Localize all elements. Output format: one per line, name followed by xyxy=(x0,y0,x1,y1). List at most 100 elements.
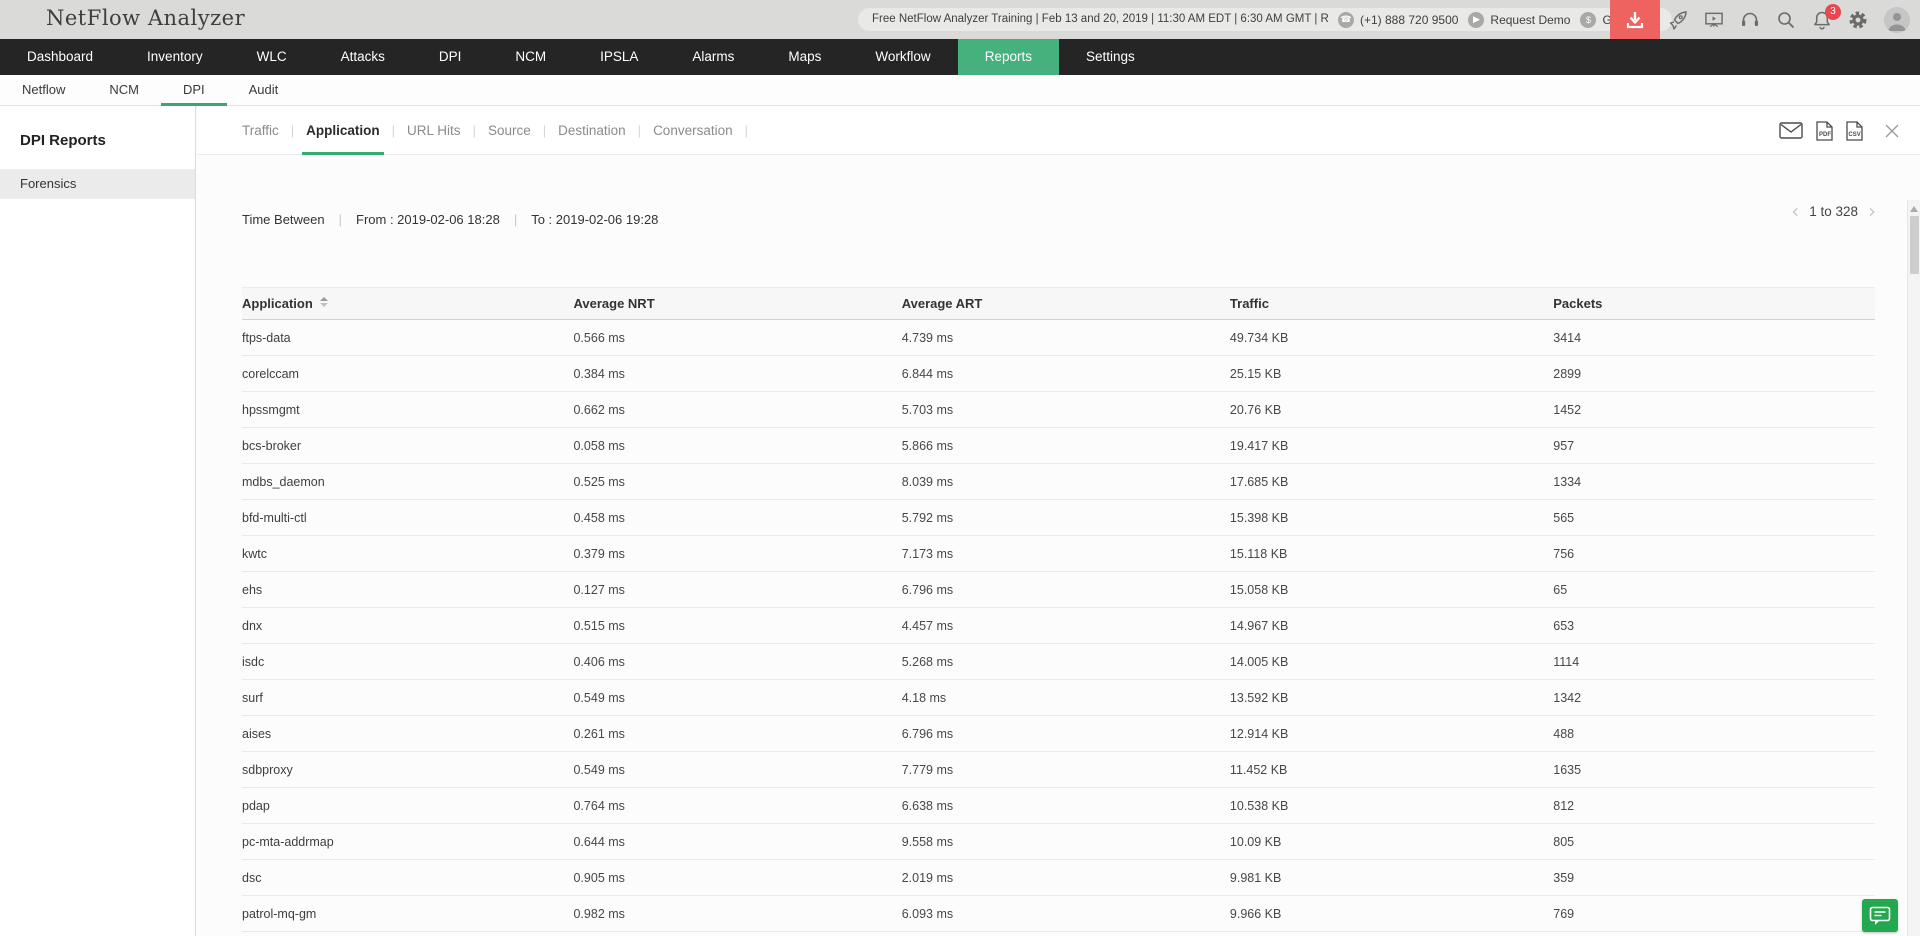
cell-value: 1342 xyxy=(1553,680,1875,716)
cell-value: 957 xyxy=(1553,428,1875,464)
nav-item-dpi[interactable]: DPI xyxy=(412,39,489,75)
subnav-item-dpi[interactable]: DPI xyxy=(161,75,227,105)
report-tab-conversation[interactable]: Conversation xyxy=(653,106,733,155)
scroll-up-arrow-icon[interactable] xyxy=(1910,206,1918,212)
report-tab-source[interactable]: Source xyxy=(488,106,531,155)
time-filter[interactable]: Time Between | From : 2019-02-06 18:28 |… xyxy=(242,207,1920,231)
cell-application: pdap xyxy=(242,788,573,824)
table-row[interactable]: isdc0.406 ms5.268 ms14.005 KB1114 xyxy=(242,644,1875,680)
column-header-traffic[interactable]: Traffic xyxy=(1230,288,1553,320)
table-row[interactable]: hpssmgmt0.662 ms5.703 ms20.76 KB1452 xyxy=(242,392,1875,428)
chat-widget-button[interactable] xyxy=(1862,899,1898,932)
cell-value: 0.127 ms xyxy=(573,572,901,608)
rocket-icon[interactable] xyxy=(1668,10,1688,30)
nav-item-alarms[interactable]: Alarms xyxy=(665,39,761,75)
report-tab-destination[interactable]: Destination xyxy=(558,106,626,155)
cell-value: 0.058 ms xyxy=(573,428,901,464)
cell-value: 0.515 ms xyxy=(573,608,901,644)
table-row[interactable]: bfd-multi-ctl0.458 ms5.792 ms15.398 KB56… xyxy=(242,500,1875,536)
promo-banner[interactable]: Free NetFlow Analyzer Training | Feb 13 … xyxy=(858,8,1402,31)
nav-item-ncm[interactable]: NCM xyxy=(488,39,573,75)
subnav-item-netflow[interactable]: Netflow xyxy=(0,75,87,105)
cell-value: 20.76 KB xyxy=(1230,392,1553,428)
next-page-icon[interactable]: › xyxy=(1868,201,1876,221)
cell-value: 0.982 ms xyxy=(573,896,901,932)
table-row[interactable]: dnx0.515 ms4.457 ms14.967 KB653 xyxy=(242,608,1875,644)
tab-separator: | xyxy=(638,123,641,138)
table-row[interactable]: pc-mta-addrmap0.644 ms9.558 ms10.09 KB80… xyxy=(242,824,1875,860)
table-row[interactable]: aises0.261 ms6.796 ms12.914 KB488 xyxy=(242,716,1875,752)
table-row[interactable]: dsc0.905 ms2.019 ms9.981 KB359 xyxy=(242,860,1875,896)
nav-item-reports[interactable]: Reports xyxy=(958,39,1059,75)
vertical-scrollbar[interactable] xyxy=(1907,200,1920,936)
cell-value: 0.566 ms xyxy=(573,320,901,356)
nav-item-workflow[interactable]: Workflow xyxy=(848,39,957,75)
column-header-application[interactable]: Application xyxy=(242,288,573,320)
email-icon[interactable] xyxy=(1779,122,1803,139)
nav-item-ipsla[interactable]: IPSLA xyxy=(573,39,665,75)
cell-value: 1452 xyxy=(1553,392,1875,428)
cell-value: 49.734 KB xyxy=(1230,320,1553,356)
cell-value: 6.844 ms xyxy=(902,356,1230,392)
cell-value: 565 xyxy=(1553,500,1875,536)
cell-value: 0.458 ms xyxy=(573,500,901,536)
filter-separator: | xyxy=(514,212,517,227)
nav-item-wlc[interactable]: WLC xyxy=(230,39,314,75)
request-demo-link[interactable]: Request Demo xyxy=(1490,13,1570,27)
scrollbar-thumb[interactable] xyxy=(1910,216,1919,274)
report-tab-traffic[interactable]: Traffic xyxy=(242,106,279,155)
table-row[interactable]: bcs-broker0.058 ms5.866 ms19.417 KB957 xyxy=(242,428,1875,464)
cell-value: 6.796 ms xyxy=(902,572,1230,608)
subnav-item-ncm[interactable]: NCM xyxy=(87,75,161,105)
table-row[interactable]: kwtc0.379 ms7.173 ms15.118 KB756 xyxy=(242,536,1875,572)
gear-icon[interactable] xyxy=(1848,10,1868,30)
table-row[interactable]: ehs0.127 ms6.796 ms15.058 KB65 xyxy=(242,572,1875,608)
nav-item-attacks[interactable]: Attacks xyxy=(314,39,412,75)
column-header-average-nrt[interactable]: Average NRT xyxy=(573,288,901,320)
table-row[interactable]: pdap0.764 ms6.638 ms10.538 KB812 xyxy=(242,788,1875,824)
subnav-item-audit[interactable]: Audit xyxy=(227,75,301,105)
nav-item-maps[interactable]: Maps xyxy=(761,39,848,75)
table-row[interactable]: surf0.549 ms4.18 ms13.592 KB1342 xyxy=(242,680,1875,716)
cell-value: 25.15 KB xyxy=(1230,356,1553,392)
cell-value: 14.005 KB xyxy=(1230,644,1553,680)
headset-icon[interactable] xyxy=(1740,10,1760,30)
bell-icon[interactable]: 3 xyxy=(1812,10,1832,30)
table-row[interactable]: mdbs_daemon0.525 ms8.039 ms17.685 KB1334 xyxy=(242,464,1875,500)
tab-separator: | xyxy=(392,123,395,138)
nav-item-inventory[interactable]: Inventory xyxy=(120,39,230,75)
presentation-icon[interactable] xyxy=(1704,10,1724,30)
report-tab-application[interactable]: Application xyxy=(306,106,380,155)
cell-value: 3414 xyxy=(1553,320,1875,356)
table-row[interactable]: corelccam0.384 ms6.844 ms25.15 KB2899 xyxy=(242,356,1875,392)
user-avatar[interactable] xyxy=(1884,7,1910,33)
cell-value: 359 xyxy=(1553,860,1875,896)
primary-nav: DashboardInventoryWLCAttacksDPINCMIPSLAA… xyxy=(0,39,1920,75)
report-table: ApplicationAverage NRTAverage ARTTraffic… xyxy=(242,287,1875,932)
cell-value: 0.549 ms xyxy=(573,680,901,716)
pdf-export-icon[interactable]: PDF xyxy=(1816,121,1833,141)
close-icon[interactable] xyxy=(1884,123,1900,139)
tab-separator: | xyxy=(473,123,476,138)
cell-value: 0.905 ms xyxy=(573,860,901,896)
cell-value: 0.525 ms xyxy=(573,464,901,500)
table-row[interactable]: patrol-mq-gm0.982 ms6.093 ms9.966 KB769 xyxy=(242,896,1875,932)
prev-page-icon[interactable]: ‹ xyxy=(1791,201,1799,221)
cell-value: 4.739 ms xyxy=(902,320,1230,356)
nav-item-dashboard[interactable]: Dashboard xyxy=(0,39,120,75)
cell-value: 2899 xyxy=(1553,356,1875,392)
download-button[interactable] xyxy=(1610,0,1660,39)
table-row[interactable]: ftps-data0.566 ms4.739 ms49.734 KB3414 xyxy=(242,320,1875,356)
column-header-average-art[interactable]: Average ART xyxy=(902,288,1230,320)
svg-text:PDF: PDF xyxy=(1819,132,1831,138)
table-row[interactable]: sdbproxy0.549 ms7.779 ms11.452 KB1635 xyxy=(242,752,1875,788)
cell-value: 17.685 KB xyxy=(1230,464,1553,500)
sidebar-title: DPI Reports xyxy=(20,132,195,149)
sidebar-item-forensics[interactable]: Forensics xyxy=(0,169,195,199)
column-header-packets[interactable]: Packets xyxy=(1553,288,1875,320)
search-icon[interactable] xyxy=(1776,10,1796,30)
report-tab-url-hits[interactable]: URL Hits xyxy=(407,106,461,155)
csv-export-icon[interactable]: CSV xyxy=(1846,121,1863,141)
nav-item-settings[interactable]: Settings xyxy=(1059,39,1162,75)
cell-value: 812 xyxy=(1553,788,1875,824)
